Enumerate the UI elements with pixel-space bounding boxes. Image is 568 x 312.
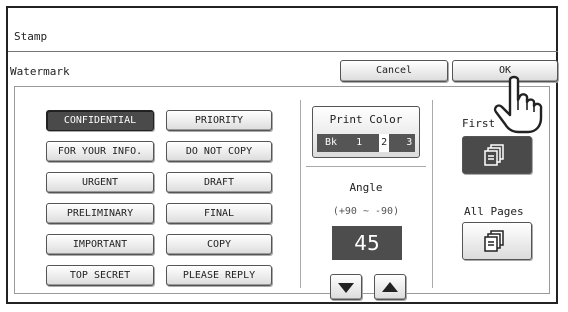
print-color-option-2[interactable]: 2 xyxy=(379,134,390,152)
print-color-button[interactable]: Print Color Bk 1 2 3 xyxy=(312,106,420,158)
header-divider xyxy=(8,51,558,52)
stacked-pages-icon xyxy=(484,144,504,166)
stamp-button-copy[interactable]: COPY xyxy=(166,234,272,255)
print-color-options: Bk 1 2 3 xyxy=(317,134,415,152)
angle-down-button[interactable] xyxy=(330,274,362,300)
stamp-button-preliminary[interactable]: PRELIMINARY xyxy=(46,203,154,224)
stamp-button-final[interactable]: FINAL xyxy=(166,203,272,224)
stamp-button-top-secret[interactable]: TOP SECRET xyxy=(46,265,154,286)
print-color-label: Print Color xyxy=(329,113,403,126)
triangle-up-icon xyxy=(382,282,398,292)
cancel-button[interactable]: Cancel xyxy=(340,60,448,82)
stamp-button-for-your-info[interactable]: FOR YOUR INFO. xyxy=(46,141,154,162)
angle-label: Angle xyxy=(349,181,383,194)
stamp-button-confidential[interactable]: CONFIDENTIAL xyxy=(46,110,154,131)
angle-up-button[interactable] xyxy=(374,274,406,300)
angle-range: (+90 ~ -90) xyxy=(332,206,400,217)
stamp-button-please-reply[interactable]: PLEASE REPLY xyxy=(166,265,272,286)
pointing-hand-cursor-icon xyxy=(493,75,543,134)
divider-left xyxy=(300,100,301,288)
print-color-option-bk[interactable]: Bk xyxy=(323,134,339,152)
color-angle-divider xyxy=(306,166,426,167)
triangle-down-icon xyxy=(338,283,354,293)
all-pages-label: All Pages xyxy=(464,205,524,218)
divider-right xyxy=(432,100,433,288)
page-title: Stamp xyxy=(14,30,48,43)
all-pages-button[interactable] xyxy=(462,222,532,260)
stamp-button-important[interactable]: IMPORTANT xyxy=(46,234,154,255)
angle-value-display: 45 xyxy=(332,226,402,260)
stamp-button-do-not-copy[interactable]: DO NOT COPY xyxy=(166,141,272,162)
section-title: Watermark xyxy=(10,65,70,78)
print-color-option-3[interactable]: 3 xyxy=(404,134,414,152)
print-color-option-1[interactable]: 1 xyxy=(354,134,364,152)
stamp-button-urgent[interactable]: URGENT xyxy=(46,172,154,193)
first-page-button[interactable] xyxy=(462,136,532,174)
stamp-button-priority[interactable]: PRIORITY xyxy=(166,110,272,131)
stacked-pages-icon xyxy=(484,230,504,252)
stamp-button-draft[interactable]: DRAFT xyxy=(166,172,272,193)
